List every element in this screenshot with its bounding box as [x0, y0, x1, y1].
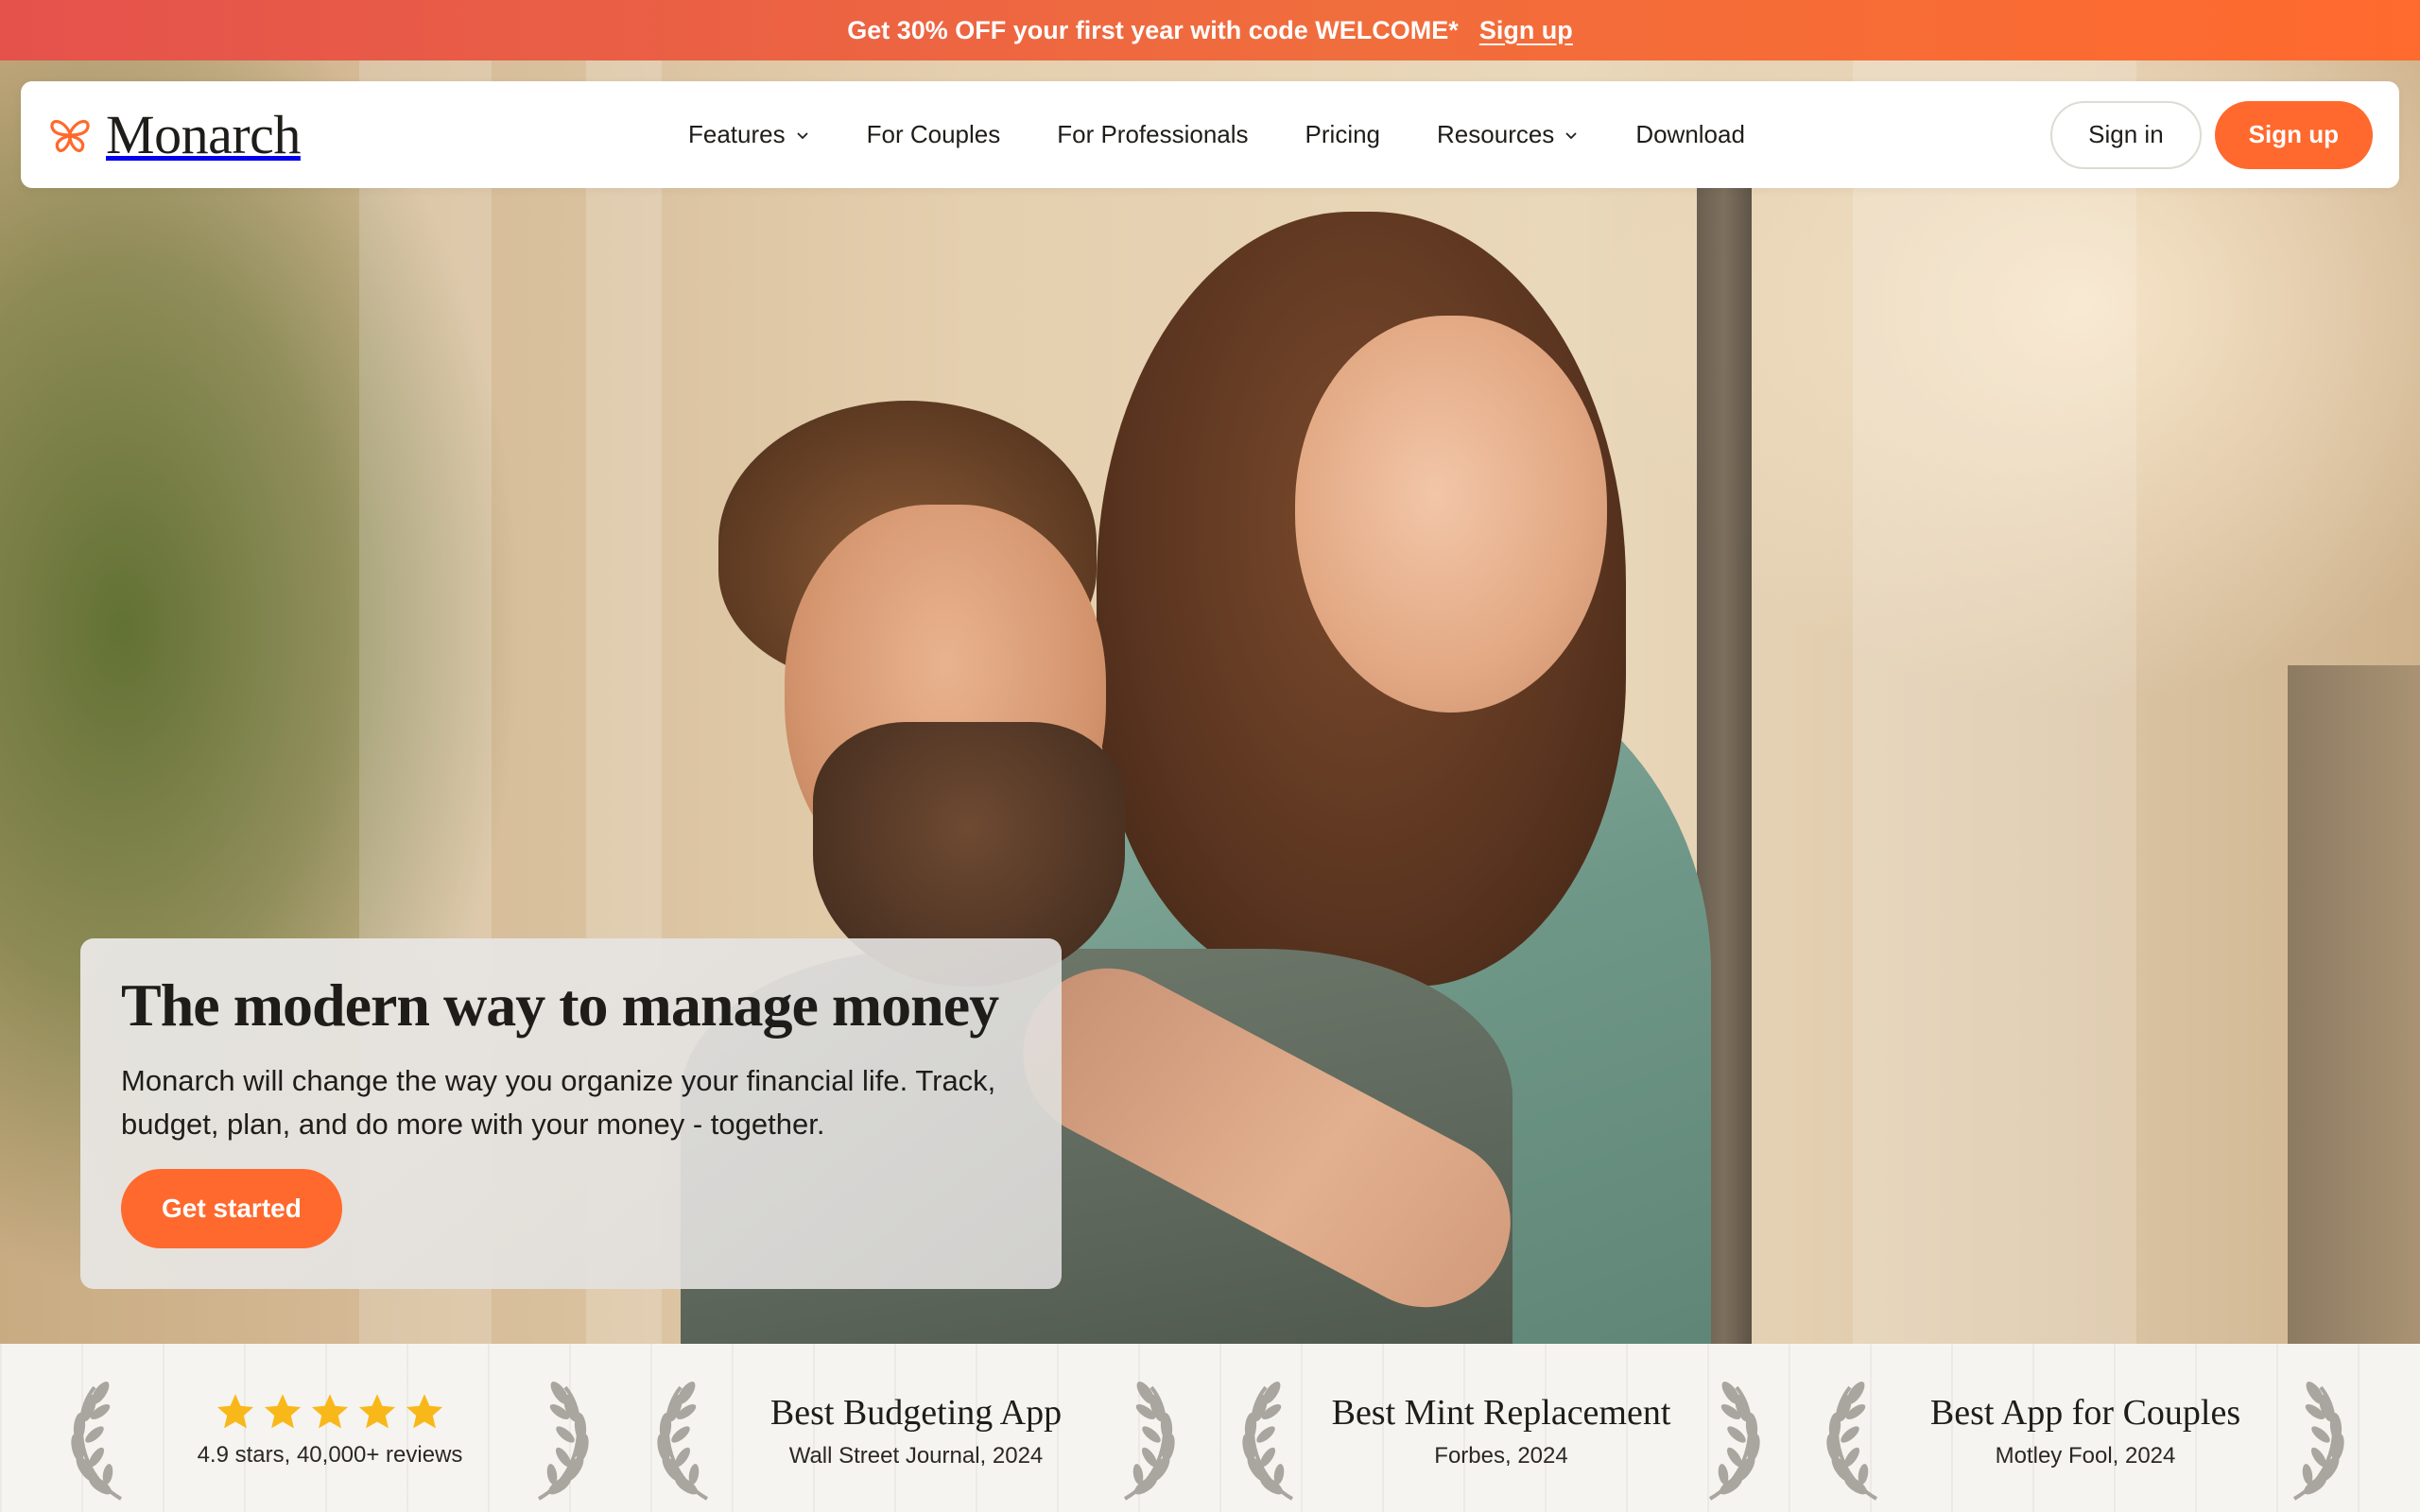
laurel-icon [537, 1380, 593, 1501]
award-title: Best Mint Replacement [1331, 1393, 1671, 1433]
sign-up-button[interactable]: Sign up [2214, 100, 2373, 169]
award-best-budgeting-app: Best Budgeting App Wall Street Journal, … [624, 1344, 1208, 1512]
nav-item-for-couples[interactable]: For Couples [867, 120, 1001, 149]
star-icon [406, 1394, 443, 1429]
star-icon [358, 1394, 396, 1429]
star-icon [311, 1394, 349, 1429]
rating-stars [198, 1391, 463, 1433]
brand-logo[interactable]: Monarch [47, 103, 301, 166]
butterfly-icon [50, 119, 90, 152]
promo-text: Get 30% OFF your first year with code WE… [847, 15, 1459, 44]
laurel-icon [1708, 1380, 1764, 1501]
award-title: Best App for Couples [1929, 1393, 2241, 1433]
award-best-mint-replacement: Best Mint Replacement Forbes, 2024 [1209, 1344, 1793, 1512]
top-navigation: Monarch Features For Couples For Profess… [21, 81, 2399, 188]
award-title: Best Budgeting App [769, 1393, 1063, 1433]
promo-banner: Get 30% OFF your first year with code WE… [0, 0, 2420, 60]
nav-item-for-professionals[interactable]: For Professionals [1057, 120, 1248, 149]
hero-card: The modern way to manage money Monarch w… [80, 938, 1062, 1289]
nav-actions: Sign in Sign up [2050, 81, 2373, 188]
get-started-button[interactable]: Get started [121, 1169, 342, 1249]
awards-strip: 4.9 stars, 40,000+ reviews Best Budgetin… [0, 1344, 2420, 1512]
brand-name: Monarch [106, 104, 301, 165]
nav-item-label: For Professionals [1057, 120, 1249, 148]
hero-title: The modern way to manage money [121, 971, 999, 1039]
nav-item-pricing[interactable]: Pricing [1305, 120, 1380, 149]
sign-in-button[interactable]: Sign in [2050, 100, 2202, 169]
nav-item-label: Features [688, 120, 786, 148]
nav-item-label: Pricing [1305, 120, 1381, 148]
award-best-app-for-couples: Best App for Couples Motley Fool, 2024 [1793, 1344, 2377, 1512]
laurel-icon [1123, 1380, 1179, 1501]
laurel-icon [653, 1380, 709, 1501]
award-rating: 4.9 stars, 40,000+ reviews [38, 1344, 622, 1512]
nav-item-download[interactable]: Download [1635, 120, 1745, 149]
laurel-icon [1823, 1380, 1878, 1501]
main-menu: Features For Couples For Professionals P… [688, 81, 1802, 188]
chevron-down-icon [796, 131, 808, 139]
rating-caption: 4.9 stars, 40,000+ reviews [197, 1442, 463, 1468]
nav-item-resources[interactable]: Resources [1437, 120, 1579, 149]
award-source: Motley Fool, 2024 [1995, 1443, 2176, 1469]
star-icon [216, 1394, 254, 1429]
nav-item-label: Resources [1437, 120, 1555, 148]
hero-subtitle: Monarch will change the way you organize… [121, 1064, 996, 1142]
promo-signup-link[interactable]: Sign up [1479, 16, 1573, 45]
award-source: Wall Street Journal, 2024 [788, 1443, 1044, 1469]
chevron-down-icon [1565, 131, 1577, 139]
award-source: Forbes, 2024 [1434, 1443, 1568, 1469]
star-icon [264, 1394, 302, 1429]
laurel-icon [1238, 1380, 1294, 1501]
nav-item-label: For Couples [866, 120, 1001, 148]
laurel-icon [2292, 1380, 2348, 1501]
laurel-icon [67, 1380, 123, 1501]
nav-item-label: Download [1635, 120, 1745, 148]
nav-item-features[interactable]: Features [688, 120, 810, 149]
